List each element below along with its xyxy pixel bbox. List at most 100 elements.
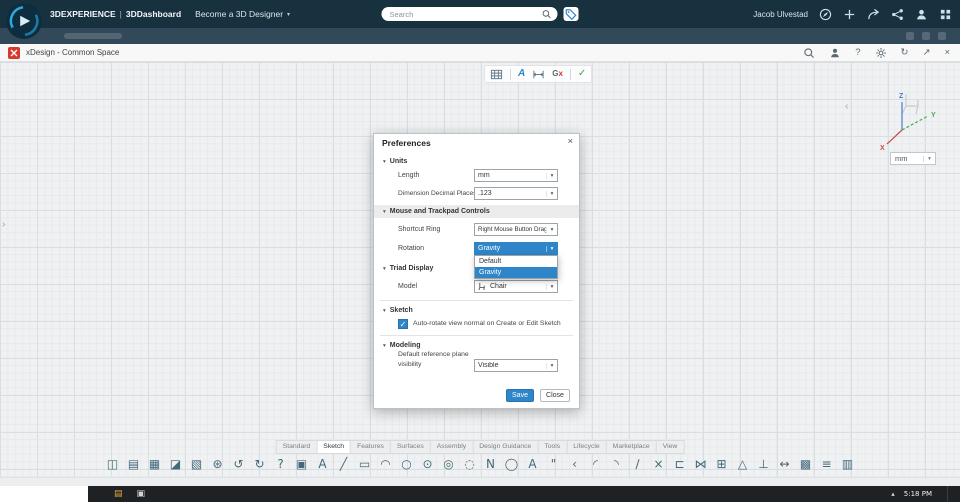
exit-sketch-check-icon[interactable]: ✓ bbox=[578, 67, 586, 81]
corner-arc-tool-icon[interactable]: ◜ bbox=[588, 453, 603, 475]
pattern-tool-icon[interactable]: ⊞ bbox=[714, 453, 729, 475]
arc-tool-icon[interactable]: ◠ bbox=[378, 453, 393, 475]
length-select[interactable]: mm ▾ bbox=[474, 169, 558, 182]
rotation-select[interactable]: Gravity ▾ bbox=[474, 242, 558, 255]
search-icon[interactable] bbox=[803, 47, 815, 59]
note-tool-icon[interactable]: " bbox=[546, 453, 561, 475]
tab-lifecycle[interactable]: Lifecycle bbox=[567, 441, 607, 453]
search-input[interactable] bbox=[387, 8, 542, 20]
clipboard-icon[interactable]: ▣ bbox=[294, 453, 309, 475]
y-axis[interactable] bbox=[901, 115, 929, 131]
tab-sketch[interactable]: Sketch bbox=[317, 441, 352, 453]
add-icon[interactable] bbox=[843, 8, 856, 21]
perimeter-circle-tool-icon[interactable]: ◎ bbox=[441, 453, 456, 475]
dashboard-title-menu[interactable]: Become a 3D Designer ▾ bbox=[195, 9, 290, 19]
auto-rotate-checkbox[interactable]: ✓ bbox=[398, 319, 408, 329]
tab-surfaces[interactable]: Surfaces bbox=[391, 441, 431, 453]
spline-tool-icon[interactable]: N bbox=[483, 453, 498, 475]
help-icon[interactable]: ? bbox=[855, 47, 860, 59]
app-window-icon[interactable]: ▣ bbox=[137, 486, 146, 502]
offset-tool-icon[interactable]: ⊏ bbox=[672, 453, 687, 475]
section-units[interactable]: ▾ Units bbox=[383, 155, 407, 168]
taskbar-light-segment[interactable] bbox=[0, 486, 88, 502]
shortcut-ring-select[interactable]: Right Mouse Button Drag ▾ bbox=[474, 223, 558, 236]
x-axis[interactable] bbox=[886, 129, 903, 145]
model-select[interactable]: Chair ▾ bbox=[474, 280, 558, 293]
dialog-title[interactable]: Preferences bbox=[382, 138, 431, 148]
snap-grid-tool-icon[interactable]: ▩ bbox=[798, 453, 813, 475]
user-settings-icon[interactable] bbox=[829, 47, 841, 59]
open-external-icon[interactable]: ↗ bbox=[922, 47, 930, 59]
refresh-icon[interactable]: ↻ bbox=[901, 47, 909, 59]
design-canvas[interactable]: A Gx ✓ ‹ › Z Y X mm ▾ Preferences × ▾ Un… bbox=[0, 62, 960, 486]
reference-plane-select[interactable]: Visible ▾ bbox=[474, 359, 558, 372]
tangent-arc-tool-icon[interactable]: ◝ bbox=[609, 453, 624, 475]
remove-constraint-icon[interactable]: Gx bbox=[552, 67, 563, 81]
rotation-option-default[interactable]: Default bbox=[475, 256, 557, 267]
circle-tool-icon[interactable]: ○ bbox=[399, 453, 414, 475]
user-icon[interactable] bbox=[915, 8, 928, 21]
tab-standard[interactable]: Standard bbox=[277, 441, 318, 453]
section-triad-display[interactable]: ▾ Triad Display bbox=[383, 262, 433, 275]
sketch-assistant-icon[interactable]: A bbox=[518, 67, 525, 81]
ellipse-tool-icon[interactable]: ◯ bbox=[504, 453, 519, 475]
section-sketch[interactable]: ▾ Sketch bbox=[383, 304, 413, 317]
tray-expand-icon[interactable]: ▴ bbox=[891, 490, 895, 498]
share-forward-icon[interactable] bbox=[867, 8, 880, 21]
display-grid-icon[interactable] bbox=[490, 68, 503, 81]
mirror-tool-icon[interactable]: ⋈ bbox=[693, 453, 708, 475]
close-button[interactable]: Close bbox=[540, 389, 570, 402]
tab-assembly[interactable]: Assembly bbox=[431, 441, 474, 453]
compass-icon[interactable] bbox=[819, 8, 832, 21]
tab-view[interactable]: View bbox=[657, 441, 684, 453]
rotation-option-gravity[interactable]: Gravity bbox=[475, 267, 557, 278]
section-mouse[interactable]: ▾ Mouse and Trackpad Controls bbox=[383, 205, 490, 218]
tab-features[interactable]: Features bbox=[351, 441, 391, 453]
tab-marketplace[interactable]: Marketplace bbox=[607, 441, 657, 453]
decimal-places-select[interactable]: .123 ▾ bbox=[474, 187, 558, 200]
units-dropdown[interactable]: mm ▾ bbox=[890, 152, 936, 165]
sheet-edit-icon[interactable]: ▧ bbox=[189, 453, 204, 475]
share-nodes-icon[interactable] bbox=[891, 8, 904, 21]
settings-tool-icon[interactable]: ⊛ bbox=[210, 453, 225, 475]
right-panel-toggle-chevron-icon[interactable]: ‹ bbox=[845, 102, 848, 112]
gear-icon[interactable] bbox=[875, 47, 887, 59]
center-circle-tool-icon[interactable]: ⊙ bbox=[420, 453, 435, 475]
constraint-triangle-tool-icon[interactable]: △ bbox=[735, 453, 750, 475]
trim-tool-icon[interactable]: × bbox=[651, 453, 666, 475]
tab-design-guidance[interactable]: Design Guidance bbox=[473, 441, 539, 453]
dimension-icon[interactable] bbox=[532, 68, 545, 81]
search-box[interactable] bbox=[381, 7, 558, 21]
search-icon[interactable] bbox=[542, 9, 552, 19]
group-collapse-icon[interactable]: ‹ bbox=[567, 453, 582, 475]
sketch-assistant-icon[interactable]: A bbox=[315, 453, 330, 475]
close-app-icon[interactable]: × bbox=[944, 47, 950, 59]
text-tool-icon[interactable]: A bbox=[525, 453, 540, 475]
3dexperience-logo-icon[interactable] bbox=[5, 2, 43, 40]
folder-icon[interactable]: ▤ bbox=[114, 486, 123, 502]
redo-icon[interactable]: ↻ bbox=[252, 453, 267, 475]
save-data-icon[interactable]: ▦ bbox=[147, 453, 162, 475]
tag-button[interactable] bbox=[563, 7, 579, 21]
user-name[interactable]: Jacob Ulvestad bbox=[753, 10, 808, 19]
apps-grid-icon[interactable] bbox=[939, 8, 952, 21]
dialog-close-icon[interactable]: × bbox=[567, 136, 573, 147]
line-tool-icon[interactable]: ╱ bbox=[336, 453, 351, 475]
rectangle-tool-icon[interactable]: ▭ bbox=[357, 453, 372, 475]
left-panel-toggle-chevron-icon[interactable]: › bbox=[2, 220, 5, 230]
polyline-tool-icon[interactable]: ∕ bbox=[630, 453, 645, 475]
tab-tools[interactable]: Tools bbox=[538, 441, 568, 453]
export-stamp-icon[interactable]: ◪ bbox=[168, 453, 183, 475]
perpendicular-tool-icon[interactable]: ⊥ bbox=[756, 453, 771, 475]
display-list-tool-icon[interactable]: ≡ bbox=[819, 453, 834, 475]
clock[interactable]: 5:18 PM bbox=[904, 490, 932, 498]
construction-circle-tool-icon[interactable]: ◌ bbox=[462, 453, 477, 475]
navigation-triad[interactable]: Z Y X bbox=[876, 86, 940, 152]
import-stamp-icon[interactable]: ▤ bbox=[126, 453, 141, 475]
table-tool-icon[interactable]: ▥ bbox=[840, 453, 855, 475]
dimension-tool-icon[interactable]: ↔ bbox=[777, 453, 792, 475]
undo-icon[interactable]: ↺ bbox=[231, 453, 246, 475]
paste-icon[interactable]: ◫ bbox=[105, 453, 120, 475]
help-tool-icon[interactable]: ? bbox=[273, 453, 288, 475]
action-center-edge[interactable] bbox=[947, 486, 952, 502]
